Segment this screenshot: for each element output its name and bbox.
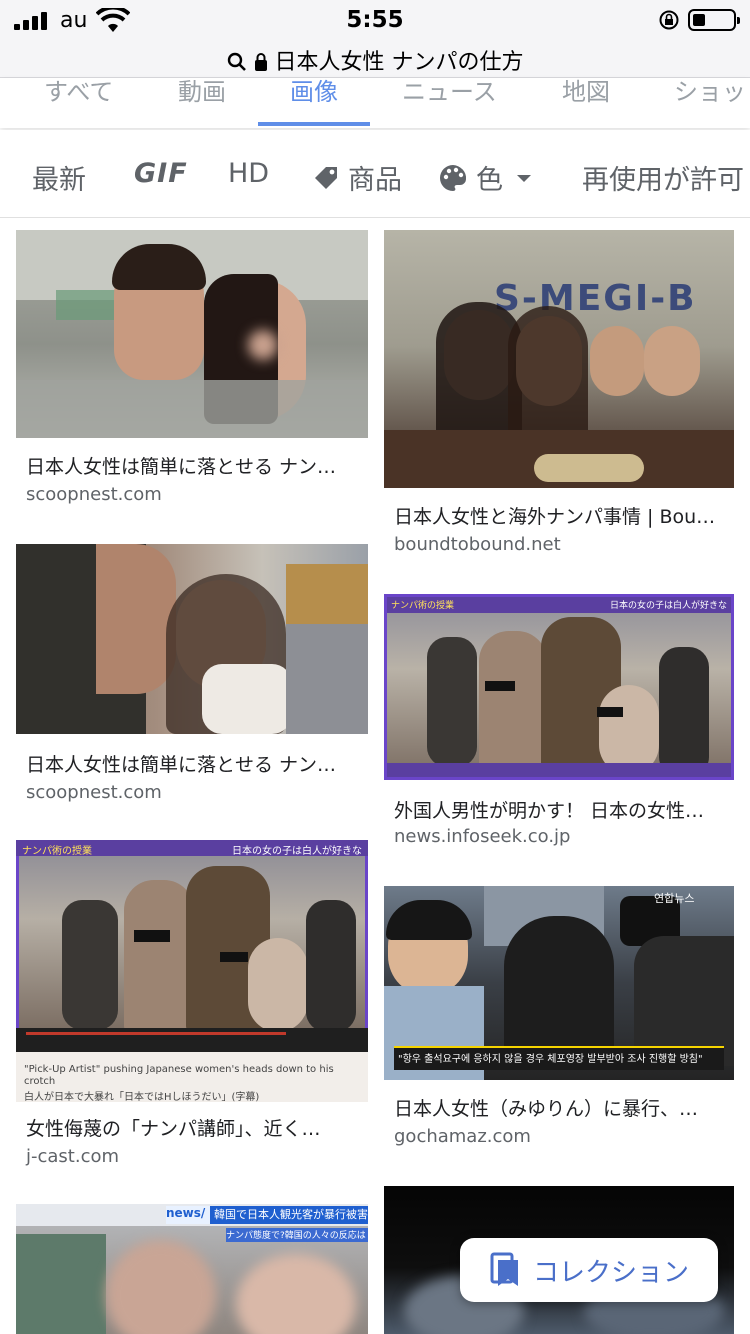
collection-button[interactable]: コレクション bbox=[460, 1238, 718, 1302]
clock: 5:55 bbox=[346, 7, 404, 33]
result-card[interactable]: ナンパ術の授業 日本の女の子は白人が好きな "Pick-Up Artist" p… bbox=[16, 840, 368, 1180]
result-card[interactable]: news/ 韓国で日本人観光客が暴行被害 ナンパ態度で?韓国の人々の反応は bbox=[16, 1204, 368, 1334]
tab-all[interactable]: すべて bbox=[44, 78, 113, 107]
result-thumbnail[interactable]: ナンパ術の授業 日本の女の子は白人が好きな bbox=[384, 594, 734, 780]
result-card[interactable]: 日本人女性は簡単に落とせる ナン… scoopnest.com bbox=[16, 544, 368, 819]
collection-label: コレクション bbox=[532, 1257, 689, 1288]
result-thumbnail[interactable]: ナンパ術の授業 日本の女の子は白人が好きな "Pick-Up Artist" p… bbox=[16, 840, 368, 1102]
result-source: scoopnest.com bbox=[26, 782, 162, 803]
result-card[interactable]: ナンパ術の授業 日本の女の子は白人が好きな 外国人男性が明かす！ 日本の女性… … bbox=[384, 594, 734, 856]
image-filters: 最新 GIF HD 商品 色 再使用が許可 bbox=[0, 130, 750, 218]
result-thumbnail[interactable]: S-MEGI-B bbox=[384, 230, 734, 488]
tag-icon bbox=[315, 166, 337, 189]
result-title[interactable]: 女性侮蔑の「ナンパ講師」、近く… bbox=[26, 1114, 358, 1141]
news-logo: news/ bbox=[166, 1206, 210, 1224]
filter-latest[interactable]: 最新 bbox=[32, 158, 86, 197]
search-icon bbox=[227, 52, 246, 71]
result-card[interactable]: 연합뉴스 "항우 출석요구에 응하지 않을 경우 체포영장 발부받아 조사 진행… bbox=[384, 886, 734, 1156]
result-thumbnail[interactable] bbox=[16, 544, 368, 734]
battery-icon bbox=[688, 9, 740, 31]
active-tab-indicator bbox=[258, 122, 370, 126]
filter-products[interactable]: 商品 bbox=[312, 158, 402, 197]
result-card[interactable]: S-MEGI-B 日本人女性と海外ナンパ事情 | Bou… boundtobou… bbox=[384, 230, 734, 560]
result-source: scoopnest.com bbox=[26, 484, 162, 505]
result-title[interactable]: 日本人女性は簡単に落とせる ナン… bbox=[26, 452, 358, 479]
status-bar: au 5:55 bbox=[0, 0, 750, 44]
result-title[interactable]: 日本人女性は簡単に落とせる ナン… bbox=[26, 750, 358, 777]
filter-color[interactable]: 色 bbox=[438, 158, 535, 197]
result-thumbnail[interactable]: news/ 韓国で日本人観光客が暴行被害 ナンパ態度で?韓国の人々の反応は bbox=[16, 1204, 368, 1334]
result-title[interactable]: 日本人女性と海外ナンパ事情 | Bou… bbox=[394, 502, 726, 529]
tab-images[interactable]: 画像 bbox=[290, 78, 338, 107]
lock-icon bbox=[254, 53, 267, 71]
search-query: 日本人女性 ナンパの仕方 bbox=[274, 50, 524, 75]
filter-reuse[interactable]: 再使用が許可 bbox=[582, 158, 744, 197]
filter-products-label: 商品 bbox=[348, 165, 402, 196]
result-source: gochamaz.com bbox=[394, 1126, 531, 1147]
result-source: j-cast.com bbox=[26, 1146, 120, 1167]
tab-shopping[interactable]: ショッ bbox=[674, 78, 746, 107]
result-source: boundtobound.net bbox=[394, 534, 561, 555]
bookmark-icon bbox=[490, 1252, 518, 1286]
tab-maps[interactable]: 地図 bbox=[562, 78, 610, 107]
tab-videos[interactable]: 動画 bbox=[178, 78, 226, 107]
result-card[interactable]: 日本人女性は簡単に落とせる ナン… scoopnest.com bbox=[16, 230, 368, 520]
result-title[interactable]: 外国人男性が明かす！ 日本の女性… bbox=[394, 796, 726, 823]
result-title[interactable]: 日本人女性（みゆりん）に暴行、… bbox=[394, 1094, 726, 1121]
chevron-down-icon bbox=[517, 174, 531, 182]
tab-news[interactable]: ニュース bbox=[402, 78, 497, 107]
filter-hd[interactable]: HD bbox=[228, 158, 269, 189]
rotation-lock-icon bbox=[659, 10, 679, 30]
result-source: news.infoseek.co.jp bbox=[394, 826, 571, 847]
filter-gif[interactable]: GIF bbox=[134, 158, 188, 189]
palette-icon bbox=[440, 164, 467, 191]
search-tabs: すべて 動画 画像 ニュース 地図 ショッ bbox=[0, 78, 750, 128]
filter-color-label: 色 bbox=[476, 165, 503, 196]
result-thumbnail[interactable] bbox=[16, 230, 368, 438]
url-bar[interactable]: 日本人女性 ナンパの仕方 bbox=[0, 44, 750, 78]
result-thumbnail[interactable]: 연합뉴스 "항우 출석요구에 응하지 않을 경우 체포영장 발부받아 조사 진행… bbox=[384, 886, 734, 1080]
